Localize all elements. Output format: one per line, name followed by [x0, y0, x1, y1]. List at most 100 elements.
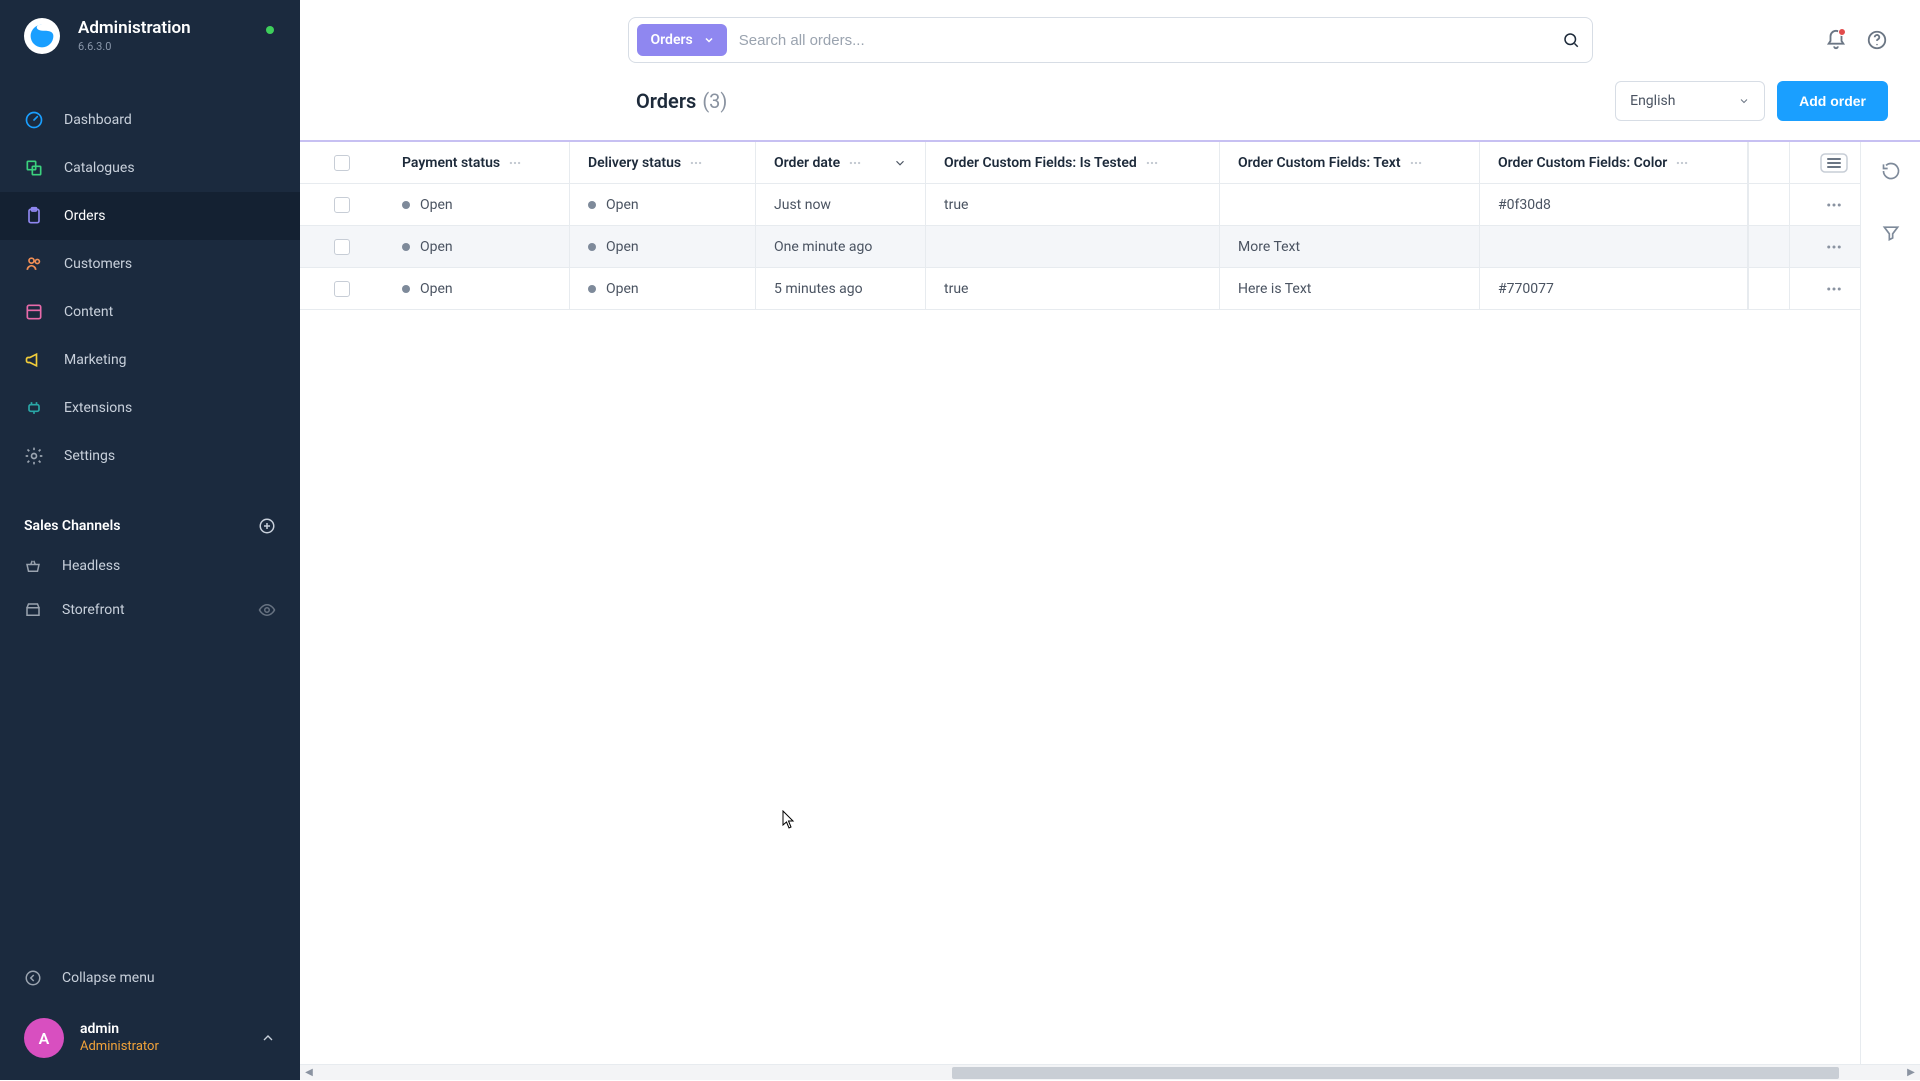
page-header-actions: English Add order [1615, 81, 1888, 121]
table-row[interactable]: Open Open Just now true #0f30d8 [300, 184, 1920, 226]
collapse-label: Collapse menu [62, 970, 155, 986]
layout-icon [24, 302, 44, 322]
avatar: A [24, 1018, 64, 1058]
scroll-thumb[interactable] [952, 1067, 1839, 1079]
nav-settings[interactable]: Settings [0, 432, 300, 480]
col-menu-icon[interactable] [1409, 156, 1423, 170]
nav-dashboard-label: Dashboard [64, 112, 132, 128]
orders-grid-wrap: Payment status Delivery status Order dat… [300, 142, 1920, 1080]
gauge-icon [24, 110, 44, 130]
nav-orders[interactable]: Orders [0, 192, 300, 240]
checkbox-icon[interactable] [334, 197, 350, 213]
status-dot-icon [588, 201, 596, 209]
orders-grid-scroll[interactable]: Payment status Delivery status Order dat… [300, 142, 1920, 1080]
checkbox-icon[interactable] [334, 239, 350, 255]
user-menu[interactable]: A admin Administrator [0, 1002, 300, 1080]
collapse-icon [24, 969, 42, 987]
filter-button[interactable] [1880, 222, 1902, 244]
checkbox-icon[interactable] [334, 155, 350, 171]
col-order-date[interactable]: Order date [756, 142, 926, 183]
col-menu-icon[interactable] [689, 156, 703, 170]
clipboard-icon [24, 206, 44, 226]
col-menu-icon[interactable] [1675, 156, 1689, 170]
cell-is-tested [926, 226, 1220, 267]
scroll-right-icon[interactable]: ▶ [1902, 1065, 1920, 1081]
cell-text [1220, 184, 1480, 225]
row-select[interactable] [300, 226, 384, 267]
col-menu-icon[interactable] [508, 156, 522, 170]
nav-extensions-label: Extensions [64, 400, 132, 416]
col-spacer [1748, 142, 1790, 183]
delivery-value: Open [606, 239, 639, 255]
row-select[interactable] [300, 268, 384, 309]
plug-icon [24, 398, 44, 418]
scroll-track[interactable] [318, 1067, 1902, 1079]
search-scope-chip[interactable]: Orders [637, 24, 727, 56]
cell-delivery-status: Open [570, 184, 756, 225]
col-color-label: Order Custom Fields: Color [1498, 155, 1667, 171]
col-text[interactable]: Order Custom Fields: Text [1220, 142, 1480, 183]
status-dot-icon [588, 243, 596, 251]
nav-marketing[interactable]: Marketing [0, 336, 300, 384]
cell-order-date: Just now [756, 184, 926, 225]
nav-customers[interactable]: Customers [0, 240, 300, 288]
help-button[interactable] [1866, 29, 1888, 51]
col-payment-status[interactable]: Payment status [384, 142, 570, 183]
cell-order-date: One minute ago [756, 226, 926, 267]
page-count: (3) [702, 89, 727, 113]
channel-headless-label: Headless [62, 558, 120, 574]
nav-dashboard[interactable]: Dashboard [0, 96, 300, 144]
grid-header-row: Payment status Delivery status Order dat… [300, 142, 1920, 184]
notifications-button[interactable] [1824, 28, 1848, 52]
channel-storefront[interactable]: Storefront [0, 588, 300, 632]
col-text-label: Order Custom Fields: Text [1238, 155, 1401, 171]
cell-color: #0f30d8 [1480, 184, 1748, 225]
refresh-button[interactable] [1880, 160, 1902, 182]
brand-logo[interactable] [24, 18, 60, 54]
refresh-icon [1881, 161, 1901, 181]
gear-icon [24, 446, 44, 466]
add-channel-icon[interactable] [258, 517, 276, 535]
nav-content[interactable]: Content [0, 288, 300, 336]
cell-text: Here is Text [1220, 268, 1480, 309]
table-row[interactable]: Open Open 5 minutes ago true Here is Tex… [300, 268, 1920, 310]
main: Orders Orders (3) English [300, 0, 1920, 1080]
col-menu-icon[interactable] [848, 156, 862, 170]
col-menu-icon[interactable] [1145, 156, 1159, 170]
payment-value: Open [420, 239, 453, 255]
user-name: admin [80, 1022, 159, 1037]
search-icon[interactable] [1562, 31, 1580, 49]
cell-delivery-status: Open [570, 226, 756, 267]
language-select[interactable]: English [1615, 81, 1765, 121]
delivery-value: Open [606, 281, 639, 297]
status-dot-icon [588, 285, 596, 293]
collapse-menu[interactable]: Collapse menu [0, 954, 300, 1002]
col-is-tested[interactable]: Order Custom Fields: Is Tested [926, 142, 1220, 183]
right-rail [1860, 142, 1920, 1080]
checkbox-icon[interactable] [334, 281, 350, 297]
nav-customers-label: Customers [64, 256, 132, 272]
topbar-right [1824, 0, 1888, 80]
add-order-button[interactable]: Add order [1777, 81, 1888, 121]
header-select-all[interactable] [300, 142, 384, 183]
search-box[interactable]: Orders [628, 17, 1593, 63]
nav-catalogues[interactable]: Catalogues [0, 144, 300, 192]
scroll-left-icon[interactable]: ◀ [300, 1065, 318, 1081]
sort-desc-icon[interactable] [893, 156, 907, 170]
nav-extensions[interactable]: Extensions [0, 384, 300, 432]
channel-headless[interactable]: Headless [0, 544, 300, 588]
box-icon [24, 158, 44, 178]
col-color[interactable]: Order Custom Fields: Color [1480, 142, 1748, 183]
page-title: Orders [636, 89, 696, 113]
horizontal-scrollbar[interactable]: ◀ ▶ [300, 1064, 1920, 1080]
eye-icon[interactable] [258, 601, 276, 619]
language-selected: English [1630, 93, 1675, 109]
table-row[interactable]: Open Open One minute ago More Text [300, 226, 1920, 268]
sales-channels-label: Sales Channels [24, 518, 120, 534]
channel-storefront-label: Storefront [62, 602, 125, 618]
search-input[interactable] [739, 32, 1550, 49]
row-select[interactable] [300, 184, 384, 225]
ellipsis-icon [1825, 238, 1843, 256]
col-delivery-status[interactable]: Delivery status [570, 142, 756, 183]
nav-settings-label: Settings [64, 448, 115, 464]
